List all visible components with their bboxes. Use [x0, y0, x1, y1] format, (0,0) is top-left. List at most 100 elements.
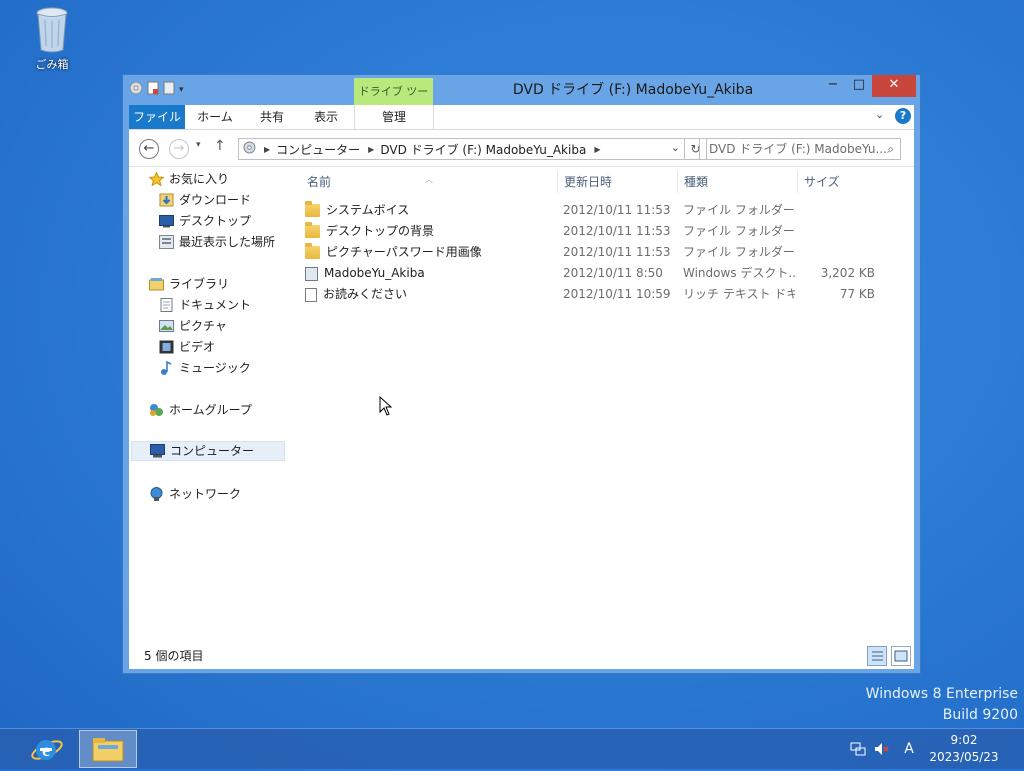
pictures-icon: [159, 319, 174, 333]
drive-tools-context-tab: ドライブ ツール: [354, 78, 433, 125]
breadcrumb-computer[interactable]: コンピューター: [276, 141, 360, 158]
column-header-size[interactable]: サイズ: [797, 171, 880, 193]
breadcrumb-separator-icon[interactable]: ▶: [594, 145, 600, 154]
column-header-type[interactable]: 種類: [677, 171, 794, 193]
watermark-build: Build 9200: [942, 707, 1018, 723]
file-explorer-taskbar-button[interactable]: [79, 730, 137, 768]
search-input[interactable]: DVD ドライブ (F:) MadobeYu... ⌕: [699, 138, 901, 160]
file-date: 2012/10/11 8:50: [563, 266, 663, 280]
volume-muted-icon[interactable]: [871, 729, 893, 769]
tab-view[interactable]: 表示: [299, 105, 353, 129]
videos-icon: [159, 340, 174, 354]
file-type: Windows デスクト...: [683, 266, 795, 280]
breadcrumb-separator-icon[interactable]: ▶: [368, 145, 374, 154]
customize-qat-icon[interactable]: ▾: [179, 85, 184, 95]
navigation-pane: お気に入り ダウンロード デスクトップ 最近表示した場所 ライブラリ ドキュメン…: [129, 167, 289, 641]
item-count: 5 個の項目: [144, 649, 204, 663]
nav-music-label: ミュージック: [179, 361, 251, 375]
column-header-name[interactable]: 名前 ︿: [301, 171, 559, 193]
recent-locations-icon[interactable]: ▾: [196, 140, 201, 150]
forward-button[interactable]: →: [169, 139, 189, 159]
tab-file[interactable]: ファイル: [129, 105, 185, 129]
nav-videos-label: ビデオ: [179, 340, 216, 354]
drive-small-icon: [243, 141, 256, 157]
nav-homegroup-label: ホームグループ: [169, 403, 252, 417]
tab-share[interactable]: 共有: [246, 105, 298, 129]
taskbar: e A 9:02 2023/05/23: [0, 728, 1024, 769]
window-title: DVD ドライブ (F:) MadobeYu_Akiba: [512, 82, 754, 98]
address-bar[interactable]: ▶ コンピューター ▶ DVD ドライブ (F:) MadobeYu_Akiba…: [238, 138, 685, 160]
search-placeholder: DVD ドライブ (F:) MadobeYu...: [709, 142, 887, 156]
watermark-edition: Windows 8 Enterprise: [865, 686, 1018, 702]
nav-downloads-label: ダウンロード: [179, 193, 252, 207]
expand-ribbon-icon[interactable]: ⌄: [875, 108, 884, 121]
sort-ascending-icon: ︿: [425, 175, 433, 184]
breadcrumb-dvd-drive[interactable]: DVD ドライブ (F:) MadobeYu_Akiba: [380, 141, 586, 158]
music-icon: [159, 360, 174, 375]
system-clock[interactable]: 9:02 2023/05/23: [924, 732, 1004, 766]
address-dropdown-icon[interactable]: ⌄: [671, 141, 680, 154]
file-type: ファイル フォルダー: [683, 245, 795, 259]
close-button[interactable]: ✕: [872, 75, 916, 97]
nav-homegroup[interactable]: ホームグループ: [149, 400, 252, 420]
nav-desktop-label: デスクトップ: [179, 214, 252, 228]
search-icon: ⌕: [887, 142, 894, 156]
nav-pictures[interactable]: ピクチャ: [159, 316, 227, 336]
minimize-button[interactable]: −: [820, 75, 846, 97]
clock-date: 2023/05/23: [929, 750, 999, 764]
new-folder-icon[interactable]: [163, 81, 175, 98]
file-name: ピクチャーパスワード用画像: [326, 245, 482, 259]
file-date: 2012/10/11 11:53: [563, 245, 671, 259]
explorer-window: ▾ ドライブ ツール DVD ドライブ (F:) MadobeYu_Akiba …: [122, 74, 921, 674]
tab-home[interactable]: ホーム: [187, 105, 243, 129]
folder-icon: [305, 201, 320, 217]
file-row[interactable]: MadobeYu_Akiba 2012/10/11 8:50 Windows デ…: [295, 263, 914, 284]
recycle-bin-desktop-icon[interactable]: ごみ箱: [24, 6, 80, 72]
title-bar[interactable]: ▾ ドライブ ツール DVD ドライブ (F:) MadobeYu_Akiba …: [123, 75, 920, 125]
nav-libraries[interactable]: ライブラリ: [149, 274, 229, 294]
nav-videos[interactable]: ビデオ: [159, 337, 215, 357]
nav-desktop[interactable]: デスクトップ: [159, 211, 251, 231]
folder-icon: [305, 243, 320, 259]
up-button[interactable]: ↑: [214, 138, 226, 154]
file-row[interactable]: システムボイス 2012/10/11 11:53 ファイル フォルダー: [295, 200, 914, 221]
network-tray-icon[interactable]: [847, 729, 869, 769]
file-name: システムボイス: [326, 203, 410, 217]
input-method-indicator[interactable]: A: [898, 729, 920, 769]
downloads-icon: [159, 193, 174, 207]
file-date: 2012/10/11 10:59: [563, 287, 671, 301]
internet-explorer-button[interactable]: e: [18, 730, 76, 768]
file-date: 2012/10/11 11:53: [563, 224, 671, 238]
nav-documents[interactable]: ドキュメント: [159, 295, 251, 315]
tab-manage[interactable]: 管理: [354, 105, 434, 129]
nav-recent-places[interactable]: 最近表示した場所: [159, 232, 275, 252]
internet-explorer-icon: e: [31, 740, 63, 760]
file-explorer-icon: [92, 738, 124, 762]
nav-music[interactable]: ミュージック: [159, 358, 251, 378]
file-name: デスクトップの背景: [326, 224, 435, 238]
nav-recent-places-label: 最近表示した場所: [179, 235, 276, 249]
file-row[interactable]: デスクトップの背景 2012/10/11 11:53 ファイル フォルダー: [295, 221, 914, 242]
large-icons-view-icon: [894, 650, 908, 662]
details-view-button[interactable]: [867, 646, 887, 666]
file-row[interactable]: お読みください 2012/10/11 10:59 リッチ テキスト ドキュ...…: [295, 284, 914, 305]
file-type: リッチ テキスト ドキュ...: [683, 287, 795, 301]
back-button[interactable]: ←: [139, 139, 159, 159]
nav-pictures-label: ピクチャ: [179, 319, 227, 333]
breadcrumb-separator-icon[interactable]: ▶: [264, 145, 270, 154]
ribbon-tabs: ファイル ホーム 共有 表示 管理 ⌄ ?: [129, 105, 914, 129]
documents-icon: [159, 298, 174, 312]
file-row[interactable]: ピクチャーパスワード用画像 2012/10/11 11:53 ファイル フォルダ…: [295, 242, 914, 263]
nav-favorites[interactable]: お気に入り: [148, 169, 229, 189]
maximize-button[interactable]: □: [846, 75, 872, 97]
desktop-icon: [159, 214, 174, 228]
nav-computer[interactable]: コンピューター: [131, 441, 285, 461]
properties-icon[interactable]: [147, 81, 159, 98]
nav-downloads[interactable]: ダウンロード: [159, 190, 251, 210]
large-icons-view-button[interactable]: [891, 646, 911, 666]
nav-computer-label: コンピューター: [170, 444, 255, 458]
nav-libraries-label: ライブラリ: [169, 277, 230, 291]
nav-network[interactable]: ネットワーク: [149, 484, 241, 504]
column-header-date[interactable]: 更新日時: [557, 171, 672, 193]
help-icon[interactable]: ?: [895, 108, 911, 124]
